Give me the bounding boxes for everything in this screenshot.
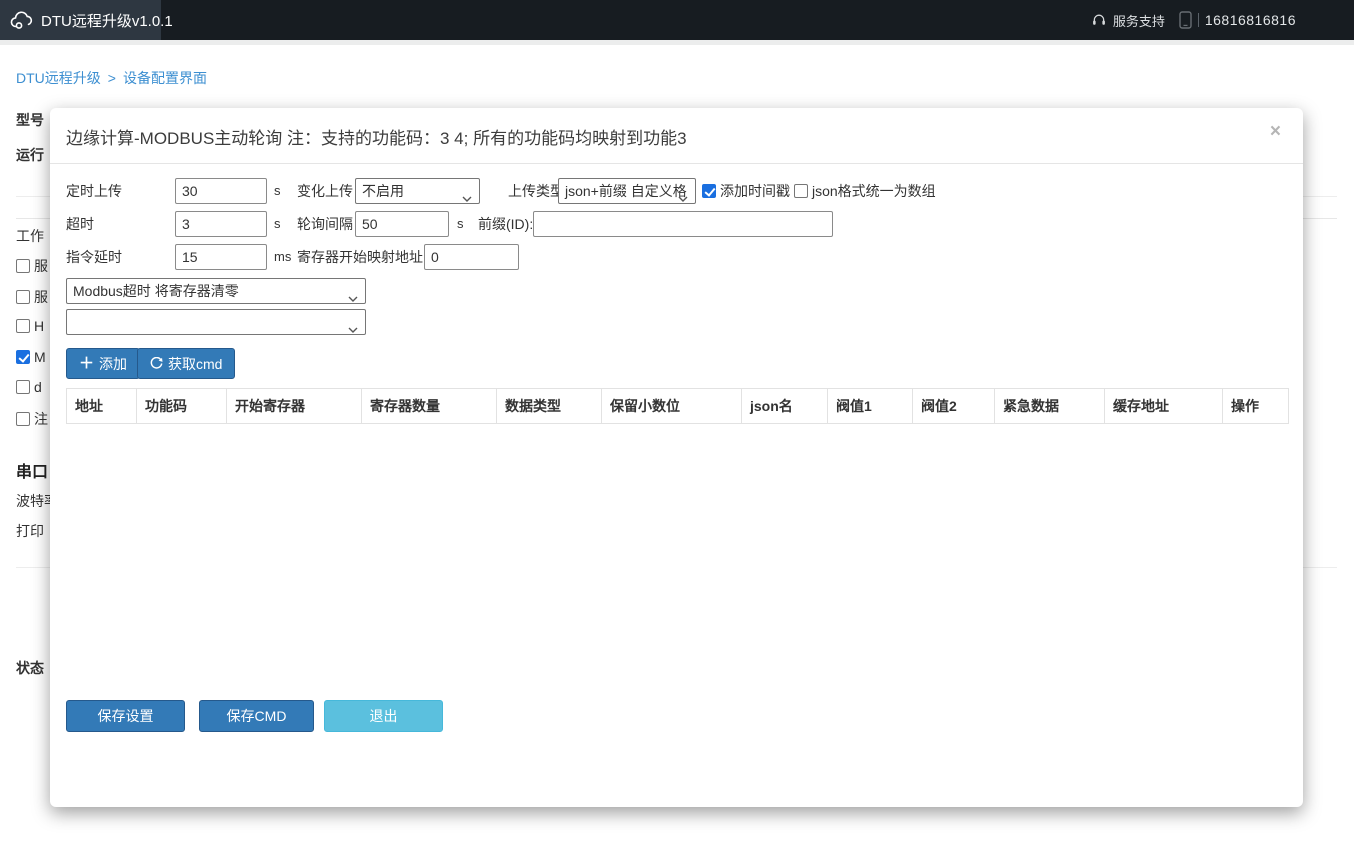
timed-upload-label: 定时上传 xyxy=(66,178,122,204)
table-header-row: 地址 功能码 开始寄存器 寄存器数量 数据类型 保留小数位 json名 阀值1 … xyxy=(67,389,1289,424)
bg-checkbox-row: 注 xyxy=(16,409,48,429)
bg-run-label: 运行 xyxy=(16,145,44,165)
registers-table: 地址 功能码 开始寄存器 寄存器数量 数据类型 保留小数位 json名 阀值1 … xyxy=(66,388,1289,424)
timeout-action-select[interactable]: Modbus超时 将寄存器清零 xyxy=(66,278,366,304)
bg-checkbox-label: d xyxy=(34,379,42,395)
bg-print-label: 打印 xyxy=(16,521,44,541)
exit-button[interactable]: 退出 xyxy=(324,700,443,732)
extra-select[interactable] xyxy=(66,309,366,335)
col-register-count: 寄存器数量 xyxy=(362,389,497,424)
timeout-action-value: Modbus超时 将寄存器清零 xyxy=(73,281,239,301)
timed-upload-unit: s xyxy=(274,178,281,204)
bg-work-label: 工作 xyxy=(16,226,44,246)
bg-checkbox-row: 服 xyxy=(16,287,48,307)
bg-checkbox-row: H xyxy=(16,318,44,334)
col-urgent-data: 紧急数据 xyxy=(995,389,1105,424)
chevron-down-icon xyxy=(348,289,358,304)
bg-checkbox[interactable] xyxy=(16,319,30,333)
chevron-down-icon xyxy=(678,189,688,204)
col-json-name: json名 xyxy=(742,389,828,424)
bg-checkbox-row: 服 xyxy=(16,256,48,276)
save-cmd-label: 保存CMD xyxy=(227,706,287,726)
timeout-unit: s xyxy=(274,211,281,237)
chevron-down-icon xyxy=(348,320,358,335)
col-threshold-1: 阀值1 xyxy=(828,389,913,424)
bg-checkbox[interactable] xyxy=(16,380,30,394)
add-timestamp-label: 添加时间戳 xyxy=(720,181,790,201)
chevron-down-icon xyxy=(462,189,472,204)
bg-checkbox[interactable] xyxy=(16,259,30,273)
reg-map-label: 寄存器开始映射地址 xyxy=(297,244,423,270)
json-array-label: json格式统一为数组 xyxy=(812,181,936,201)
page: DTU远程升级v1.0.1 服务支持 xyxy=(0,0,1354,861)
bg-status-label: 状态 xyxy=(16,658,44,678)
cmd-delay-unit: ms xyxy=(274,244,291,270)
change-upload-value: 不启用 xyxy=(362,181,404,201)
change-upload-select[interactable]: 不启用 xyxy=(355,178,480,204)
prefix-id-input[interactable] xyxy=(533,211,833,237)
bg-checkbox-label: H xyxy=(34,318,44,334)
timeout-input[interactable] xyxy=(175,211,267,237)
col-function-code: 功能码 xyxy=(137,389,227,424)
add-button[interactable]: ＋ 添加 xyxy=(66,348,140,379)
col-decimal-places: 保留小数位 xyxy=(602,389,742,424)
json-array-checkbox[interactable] xyxy=(794,184,808,198)
change-upload-label: 变化上传 xyxy=(297,178,353,204)
bg-checkbox-row: M xyxy=(16,349,46,365)
timed-upload-input[interactable] xyxy=(175,178,267,204)
col-cache-address: 缓存地址 xyxy=(1105,389,1223,424)
poll-interval-input[interactable] xyxy=(355,211,449,237)
bg-checkbox-label: 服 xyxy=(34,256,48,276)
timeout-label: 超时 xyxy=(66,211,94,237)
poll-interval-label: 轮询间隔 xyxy=(297,211,353,237)
cmd-delay-label: 指令延时 xyxy=(66,244,122,270)
bg-checkbox-row: d xyxy=(16,379,42,395)
bg-checkbox[interactable] xyxy=(16,290,30,304)
get-cmd-button-label: 获取cmd xyxy=(168,354,222,374)
bg-checkbox-checked[interactable] xyxy=(16,350,30,364)
modal-header: 边缘计算-MODBUS主动轮询 注：支持的功能码：3 4; 所有的功能码均映射到… xyxy=(50,108,1303,164)
col-start-register: 开始寄存器 xyxy=(227,389,362,424)
modal-title: 边缘计算-MODBUS主动轮询 注：支持的功能码：3 4; 所有的功能码均映射到… xyxy=(66,124,687,149)
plus-icon: ＋ xyxy=(79,356,94,371)
poll-interval-unit: s xyxy=(457,211,464,237)
upload-type-value: json+前缀 自定义格 xyxy=(565,181,687,201)
bg-model-label: 型号 xyxy=(16,110,44,130)
save-cmd-button[interactable]: 保存CMD xyxy=(199,700,314,732)
bg-checkbox-label: 服 xyxy=(34,287,48,307)
add-timestamp-group: 添加时间戳 xyxy=(702,178,790,204)
bg-checkbox-label: M xyxy=(34,349,46,365)
cmd-delay-input[interactable] xyxy=(175,244,267,270)
add-button-label: 添加 xyxy=(99,354,127,374)
col-data-type: 数据类型 xyxy=(497,389,602,424)
col-actions: 操作 xyxy=(1223,389,1289,424)
upload-type-label: 上传类型 xyxy=(508,178,564,204)
upload-type-select[interactable]: json+前缀 自定义格 xyxy=(558,178,696,204)
bg-serial-title: 串口 xyxy=(16,458,48,482)
reg-map-input[interactable] xyxy=(424,244,519,270)
col-threshold-2: 阀值2 xyxy=(913,389,995,424)
close-icon[interactable]: × xyxy=(1270,122,1281,141)
prefix-id-label: 前缀(ID): xyxy=(478,211,533,237)
save-settings-button[interactable]: 保存设置 xyxy=(66,700,185,732)
get-cmd-button[interactable]: 获取cmd xyxy=(137,348,235,379)
json-array-group: json格式统一为数组 xyxy=(794,178,936,204)
exit-label: 退出 xyxy=(370,706,398,726)
bg-checkbox[interactable] xyxy=(16,412,30,426)
refresh-icon xyxy=(150,357,163,370)
modbus-poll-modal: 边缘计算-MODBUS主动轮询 注：支持的功能码：3 4; 所有的功能码均映射到… xyxy=(50,108,1303,807)
bg-checkbox-label: 注 xyxy=(34,409,48,429)
col-address: 地址 xyxy=(67,389,137,424)
add-timestamp-checkbox[interactable] xyxy=(702,184,716,198)
save-settings-label: 保存设置 xyxy=(98,706,154,726)
